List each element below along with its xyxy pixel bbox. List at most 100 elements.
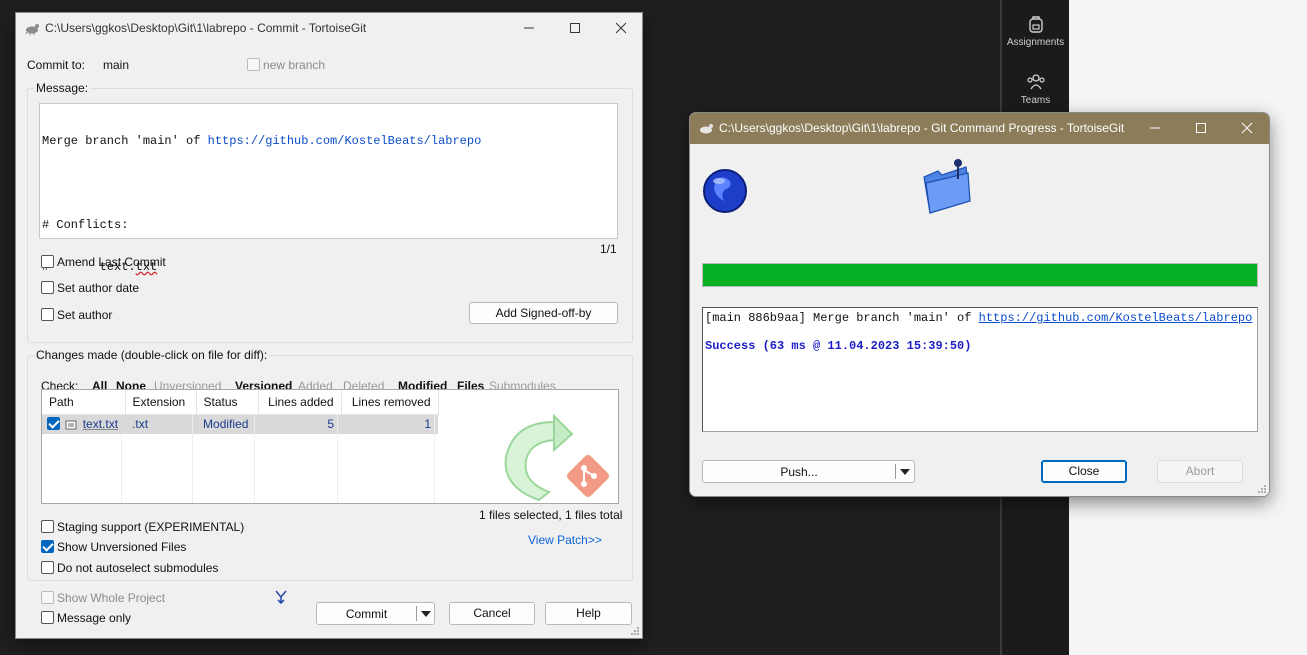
backpack-icon (1028, 16, 1043, 33)
file-path: text.txt (82, 417, 119, 432)
close-button[interactable]: Close (1041, 460, 1127, 483)
no-autoselect-label: Do not autoselect submodules (57, 561, 219, 575)
file-checkbox[interactable] (47, 417, 60, 431)
message-editor[interactable]: Merge branch 'main' of https://github.co… (39, 103, 618, 274)
staging-checkbox[interactable] (41, 520, 54, 533)
close-window-button[interactable] (1224, 113, 1269, 143)
rail-item-assignments[interactable]: Assignments (1002, 14, 1069, 48)
globe-icon (703, 169, 747, 213)
log-success-line: Success (63 ms @ 11.04.2023 15:39:50) (705, 339, 972, 353)
progress-window: C:\Users\ggkos\Desktop\Git\1\labrepo - G… (689, 112, 1270, 497)
people-icon (1026, 74, 1045, 90)
column-separator (254, 414, 255, 503)
help-button[interactable]: Help (545, 602, 632, 625)
split-divider (895, 464, 896, 479)
file-lines-removed: 1 (341, 414, 439, 434)
column-header-extension[interactable]: Extension (125, 390, 197, 415)
new-branch-checkbox[interactable] (247, 58, 260, 71)
resize-grip-icon[interactable] (630, 626, 640, 636)
branch-name: main (103, 58, 130, 72)
folder-icon (923, 159, 971, 214)
maximize-icon (570, 23, 580, 33)
push-split-button[interactable]: Push... (702, 460, 915, 483)
set-author-checkbox[interactable] (41, 308, 54, 321)
message-line: # Conflicts: (42, 218, 129, 232)
set-author-label: Set author (57, 308, 113, 322)
resize-grip-icon[interactable] (1257, 484, 1267, 494)
message-url: https://github.com/KostelBeats/labrepo (207, 134, 482, 148)
show-unversioned-checkbox[interactable] (41, 540, 54, 553)
push-button-label[interactable]: Push... (703, 465, 895, 479)
file-extension: .txt (125, 414, 197, 434)
column-separator (434, 414, 435, 503)
amend-checkbox[interactable] (41, 255, 54, 268)
file-list[interactable]: Path Extension Status Lines added Lines … (41, 389, 619, 504)
set-author-date-checkbox[interactable] (41, 281, 54, 294)
maximize-button[interactable] (552, 13, 598, 43)
abort-button[interactable]: Abort (1157, 460, 1243, 483)
show-unversioned-label: Show Unversioned Files (57, 540, 187, 554)
rail-item-label: Teams (1020, 95, 1051, 106)
message-line: Merge branch 'main' of (42, 134, 208, 148)
commit-window: C:\Users\ggkos\Desktop\Git\1\labrepo - C… (15, 12, 643, 639)
column-header-lines-added[interactable]: Lines added (258, 390, 342, 415)
rail-item-label: Assignments (1006, 37, 1065, 48)
chevron-down-icon[interactable] (421, 611, 431, 618)
minimize-button[interactable] (1132, 113, 1178, 143)
split-divider (416, 606, 417, 621)
column-header-status[interactable]: Status (196, 390, 259, 415)
commit-button-label[interactable]: Commit (317, 607, 416, 621)
log-line: [main 886b9aa] Merge branch 'main' of (705, 311, 979, 325)
cancel-button[interactable]: Cancel (449, 602, 535, 625)
minimize-button[interactable] (506, 13, 552, 43)
commit-split-button[interactable]: Commit (316, 602, 435, 625)
column-separator (337, 414, 338, 503)
tortoisegit-icon (25, 24, 39, 35)
chevron-down-icon[interactable] (900, 469, 910, 476)
message-only-checkbox[interactable] (41, 611, 54, 624)
column-header-lines-removed[interactable]: Lines removed (341, 390, 439, 415)
file-status: Modified (196, 414, 259, 434)
file-path-cell: text.txt (42, 414, 126, 434)
window-title: C:\Users\ggkos\Desktop\Git\1\labrepo - C… (45, 21, 367, 35)
rail-item-teams[interactable]: Teams (1002, 72, 1069, 106)
message-label: Message: (34, 81, 91, 95)
log-url[interactable]: https://github.com/KostelBeats/labrepo (979, 311, 1253, 325)
show-whole-project-label: Show Whole Project (57, 591, 166, 605)
merge-arrow-icon (275, 590, 287, 605)
amend-label: Amend Last Commit (57, 255, 166, 269)
message-only-label: Message only (57, 611, 132, 625)
view-patch-link[interactable]: View Patch>> (528, 533, 602, 547)
page-indicator: 1/1 (600, 242, 617, 256)
close-icon (1241, 122, 1253, 134)
commit-titlebar: C:\Users\ggkos\Desktop\Git\1\labrepo - C… (16, 13, 642, 43)
progress-fill (703, 264, 1257, 286)
commit-to-label: Commit to: (27, 58, 86, 72)
minimize-icon (524, 27, 534, 29)
progress-titlebar: C:\Users\ggkos\Desktop\Git\1\labrepo - G… (690, 113, 1269, 144)
selection-summary: 1 files selected, 1 files total (479, 508, 623, 522)
minimize-icon (1150, 127, 1160, 129)
column-separator (192, 414, 193, 503)
file-lines-added: 5 (258, 414, 342, 434)
progress-log[interactable]: [main 886b9aa] Merge branch 'main' of ht… (702, 307, 1258, 432)
tortoisegit-icon (700, 124, 713, 134)
tortoisegit-watermark-logo (504, 413, 609, 502)
staging-label: Staging support (EXPERIMENTAL) (57, 520, 245, 534)
show-whole-project-checkbox[interactable] (41, 591, 54, 604)
close-window-button[interactable] (598, 13, 644, 43)
window-title: C:\Users\ggkos\Desktop\Git\1\labrepo - G… (719, 121, 1125, 135)
progress-bar (702, 263, 1258, 287)
no-autoselect-checkbox[interactable] (41, 561, 54, 574)
new-branch-label: new branch (263, 58, 326, 72)
set-author-date-label: Set author date (57, 281, 140, 295)
maximize-icon (1196, 123, 1206, 133)
column-header-path[interactable]: Path (42, 390, 126, 415)
add-signed-off-button[interactable]: Add Signed-off-by (469, 302, 618, 324)
close-icon (615, 22, 627, 34)
changes-label: Changes made (double-click on file for d… (34, 348, 270, 362)
table-row[interactable]: text.txt .txt Modified 5 1 (42, 414, 439, 434)
text-file-icon (65, 420, 77, 430)
maximize-button[interactable] (1178, 113, 1224, 143)
file-table: Path Extension Status Lines added Lines … (42, 390, 439, 434)
